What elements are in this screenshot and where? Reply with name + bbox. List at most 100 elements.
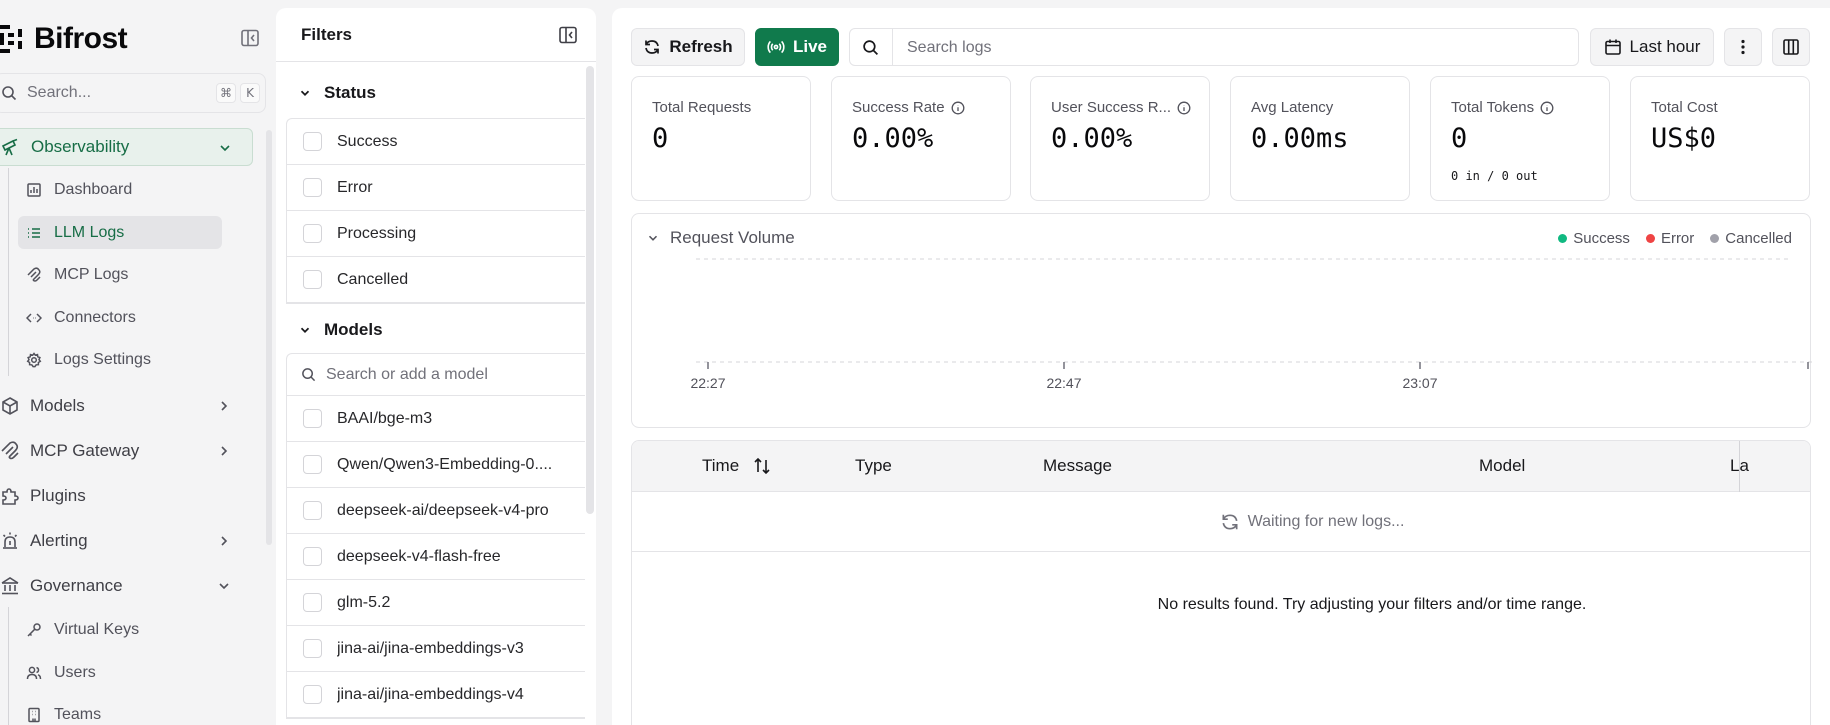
filter-label: jina-ai/jina-embeddings-v3 bbox=[337, 639, 524, 657]
more-options-button[interactable] bbox=[1724, 28, 1762, 66]
logs-table: Time Type Message Model La Waiting for n… bbox=[631, 440, 1811, 725]
nav-group-label: Governance bbox=[30, 576, 123, 595]
nav-group-label: MCP Gateway bbox=[30, 441, 140, 460]
x-tick-label: 22:27 bbox=[690, 375, 725, 391]
models-section-toggle[interactable]: Models bbox=[298, 318, 383, 342]
refresh-label: Refresh bbox=[669, 37, 733, 56]
radio-broadcast-icon bbox=[767, 40, 785, 54]
column-type[interactable]: Type bbox=[855, 456, 892, 476]
nav-search-placeholder: Search... bbox=[27, 84, 92, 101]
column-message[interactable]: Message bbox=[1043, 456, 1112, 476]
nav-item-teams[interactable]: Teams bbox=[18, 698, 222, 725]
sort-icon[interactable] bbox=[753, 457, 771, 475]
x-tick-label: 23:07 bbox=[1402, 375, 1437, 391]
log-search-input[interactable]: Search logs bbox=[849, 28, 1579, 66]
model-filter-item[interactable]: Qwen/Qwen3-Embedding-0.... bbox=[287, 442, 585, 488]
nav-item-logs-settings[interactable]: Logs Settings bbox=[18, 343, 222, 376]
nav-item-dashboard[interactable]: Dashboard bbox=[18, 173, 222, 206]
model-filter-item[interactable]: jina-ai/jina-embeddings-v4 bbox=[287, 672, 585, 718]
info-icon[interactable] bbox=[1540, 101, 1554, 115]
filter-label: deepseek-v4-flash-free bbox=[337, 547, 501, 565]
search-icon bbox=[2, 86, 17, 101]
refresh-button[interactable]: Refresh bbox=[631, 28, 745, 66]
chevron-right-icon bbox=[221, 536, 228, 546]
status-filter-list: Success Error Processing Cancelled bbox=[286, 118, 585, 304]
key-icon bbox=[27, 622, 41, 637]
collapse-sidebar-button[interactable] bbox=[240, 28, 262, 50]
gear-icon bbox=[26, 351, 42, 367]
refresh-icon bbox=[1222, 513, 1238, 530]
model-filter-item[interactable]: glm-5.2 bbox=[287, 580, 585, 626]
checkbox[interactable] bbox=[303, 547, 322, 566]
filter-label: glm-5.2 bbox=[337, 593, 391, 611]
nav-item-mcp-logs[interactable]: MCP Logs bbox=[18, 258, 222, 291]
nav-item-label: Users bbox=[54, 663, 96, 681]
nav-group-label: Plugins bbox=[30, 486, 86, 505]
nav-item-connectors[interactable]: Connectors bbox=[18, 301, 222, 334]
nav-item-users[interactable]: Users bbox=[18, 656, 222, 689]
filter-label: BAAI/bge-m3 bbox=[337, 409, 433, 427]
status-section-toggle[interactable]: Status bbox=[298, 81, 376, 105]
checkbox[interactable] bbox=[303, 501, 322, 520]
nav-item-virtual-keys[interactable]: Virtual Keys bbox=[18, 613, 222, 646]
nav-group-observability[interactable]: Observability bbox=[0, 128, 253, 166]
status-filter-cancelled[interactable]: Cancelled bbox=[287, 257, 585, 303]
stat-avg-latency: Avg Latency 0.00ms bbox=[1230, 76, 1410, 201]
model-search-input[interactable]: Search or add a model bbox=[287, 354, 585, 396]
nav-group-plugins[interactable]: Plugins bbox=[0, 477, 253, 515]
status-filter-error[interactable]: Error bbox=[287, 165, 585, 211]
checkbox[interactable] bbox=[303, 685, 322, 704]
nav-item-label: LLM Logs bbox=[54, 223, 125, 241]
stat-label-row: Total Tokens bbox=[1451, 99, 1554, 116]
checkbox[interactable] bbox=[303, 270, 322, 289]
columns-icon bbox=[1783, 39, 1799, 55]
status-filter-success[interactable]: Success bbox=[287, 119, 585, 165]
checkbox[interactable] bbox=[303, 455, 322, 474]
search-divider bbox=[892, 29, 893, 65]
stat-total-tokens: Total Tokens 0 0 in / 0 out bbox=[1430, 76, 1610, 201]
nav-group-alerting[interactable]: Alerting bbox=[0, 522, 253, 560]
checkbox[interactable] bbox=[303, 409, 322, 428]
siren-icon bbox=[2, 532, 18, 549]
filter-label: Success bbox=[337, 132, 398, 150]
time-range-button[interactable]: Last hour bbox=[1590, 28, 1714, 66]
column-time[interactable]: Time bbox=[702, 456, 771, 476]
x-tick-label: 22:47 bbox=[1046, 375, 1081, 391]
model-filter-item[interactable]: deepseek-ai/deepseek-v4-pro bbox=[287, 488, 585, 534]
collapse-filters-button[interactable] bbox=[558, 25, 578, 45]
nav-group-governance[interactable]: Governance bbox=[0, 567, 253, 605]
nav-item-label: Logs Settings bbox=[54, 350, 151, 368]
stat-total-cost: Total Cost US$0 bbox=[1630, 76, 1810, 201]
nav-group-label: Models bbox=[30, 396, 85, 415]
checkbox[interactable] bbox=[303, 178, 322, 197]
info-icon[interactable] bbox=[951, 101, 965, 115]
column-model[interactable]: Model bbox=[1479, 456, 1525, 476]
filters-scrollbar[interactable] bbox=[586, 66, 594, 514]
nav-item-label: Virtual Keys bbox=[54, 620, 140, 638]
info-icon[interactable] bbox=[1177, 101, 1191, 115]
model-filter-item[interactable]: jina-ai/jina-embeddings-v3 bbox=[287, 626, 585, 672]
nav-group-mcp-gateway[interactable]: MCP Gateway bbox=[0, 432, 253, 470]
users-icon bbox=[26, 666, 42, 679]
nav-item-llm-logs[interactable]: LLM Logs bbox=[18, 216, 222, 249]
nav-group-models[interactable]: Models bbox=[0, 387, 253, 425]
nav-search-input[interactable]: Search... ⌘ K bbox=[0, 73, 266, 113]
checkbox[interactable] bbox=[303, 224, 322, 243]
waiting-text: Waiting for new logs... bbox=[1247, 512, 1405, 530]
sidebar-scrollbar[interactable] bbox=[266, 130, 272, 545]
refresh-icon bbox=[645, 40, 660, 54]
brand[interactable]: Bifrost bbox=[0, 20, 128, 58]
checkbox[interactable] bbox=[303, 639, 322, 658]
live-toggle-button[interactable]: Live bbox=[755, 28, 839, 66]
model-filter-item[interactable]: deepseek-v4-flash-free bbox=[287, 534, 585, 580]
checkbox[interactable] bbox=[303, 132, 322, 151]
columns-button[interactable] bbox=[1772, 28, 1810, 66]
landmark-icon bbox=[1, 577, 19, 595]
chevron-right-icon bbox=[221, 446, 228, 456]
status-filter-processing[interactable]: Processing bbox=[287, 211, 585, 257]
checkbox[interactable] bbox=[303, 593, 322, 612]
telescope-icon bbox=[1, 138, 18, 156]
model-filter-item[interactable]: BAAI/bge-m3 bbox=[287, 396, 585, 442]
nav-group-label: Observability bbox=[31, 137, 130, 156]
stat-value: US$0 bbox=[1651, 123, 1717, 154]
